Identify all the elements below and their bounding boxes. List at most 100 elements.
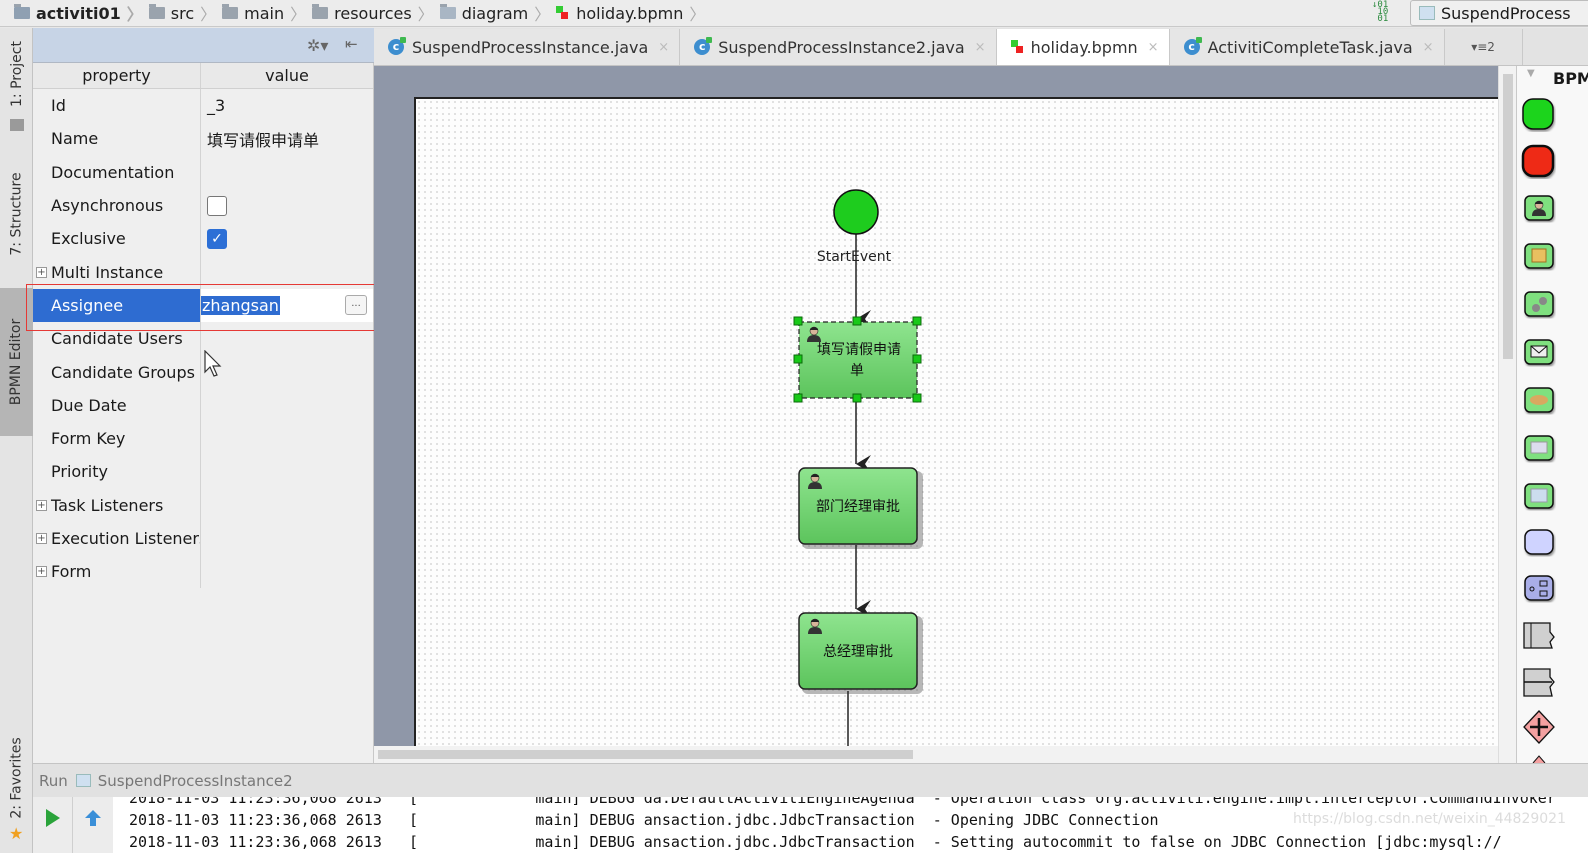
expand-icon[interactable]: + xyxy=(36,566,47,578)
close-icon[interactable]: × xyxy=(1148,40,1159,55)
property-row-form[interactable]: + Form xyxy=(33,555,373,589)
property-value[interactable] xyxy=(201,422,373,455)
tool-tab-structure[interactable]: 7: Structure xyxy=(0,146,33,281)
property-value[interactable]: 填写请假申请单 xyxy=(201,122,373,155)
run-toolbar-right xyxy=(73,797,113,853)
exclusive-checkbox[interactable]: ✓ xyxy=(207,228,227,249)
binary-sort-icon[interactable]: ↓01 10 01 xyxy=(1372,1,1398,24)
scrollbar-thumb[interactable] xyxy=(378,750,913,759)
breadcrumb-src[interactable]: src 〉 xyxy=(148,0,222,27)
palette-call-activity[interactable] xyxy=(1524,575,1554,601)
run-label[interactable]: Run xyxy=(39,772,68,790)
close-icon[interactable]: × xyxy=(975,40,986,55)
property-row-asynchronous[interactable]: Asynchronous xyxy=(33,188,373,223)
property-row-candidate-groups[interactable]: Candidate Groups xyxy=(33,355,373,389)
tool-tab-project[interactable]: 1: Project xyxy=(0,28,33,120)
run-config-tab[interactable]: SuspendProcessInstance2 xyxy=(98,772,293,790)
property-row-form-key[interactable]: Form Key xyxy=(33,421,373,456)
tab-suspendprocessinstance2-java[interactable]: c SuspendProcessInstance2.java × xyxy=(680,29,997,65)
property-row-priority[interactable]: Priority xyxy=(33,455,373,489)
mouse-cursor-icon xyxy=(204,350,222,377)
palette-sub-process[interactable] xyxy=(1524,529,1554,555)
property-value[interactable] xyxy=(201,156,373,189)
gear-icon[interactable]: ✲▾ xyxy=(307,36,328,55)
property-value[interactable] xyxy=(201,355,373,388)
scroll-up-icon[interactable] xyxy=(84,809,102,827)
run-config-icon xyxy=(75,774,91,787)
run-configuration-selector[interactable]: SuspendProcess xyxy=(1410,0,1588,26)
property-value[interactable]: _3 xyxy=(201,89,373,122)
palette-mail-task[interactable] xyxy=(1524,339,1554,365)
tab-holiday-bpmn[interactable]: holiday.bpmn × xyxy=(996,29,1170,65)
bpmn-canvas[interactable]: StartEvent 填写请假申请 单 部门经理审批 总经理审批 xyxy=(414,97,1498,746)
property-name: Form Key xyxy=(33,421,201,456)
project-icon xyxy=(0,116,33,134)
property-column-header: property xyxy=(33,63,201,88)
close-icon[interactable]: × xyxy=(658,40,669,55)
property-value[interactable] xyxy=(201,489,373,522)
expand-icon[interactable]: + xyxy=(36,499,47,511)
property-value[interactable] xyxy=(201,522,373,555)
palette-manual-task[interactable] xyxy=(1524,387,1554,413)
property-value[interactable] xyxy=(201,189,373,222)
palette-service-task[interactable] xyxy=(1524,291,1554,317)
property-row-task-listeners[interactable]: + Task Listeners xyxy=(33,488,373,522)
tab-suspendprocessinstance-java[interactable]: c SuspendProcessInstance.java × xyxy=(374,29,681,65)
canvas-horizontal-scrollbar[interactable] xyxy=(374,746,1498,763)
user-task-dept-manager-approval[interactable]: 部门经理审批 xyxy=(798,467,923,549)
run-panel-header: Run SuspendProcessInstance2 xyxy=(33,763,1588,797)
annotation-highlight-box xyxy=(26,284,392,331)
watermark: https://blog.csdn.net/weixin_44829021 xyxy=(1292,811,1566,827)
property-value[interactable] xyxy=(201,389,373,422)
star-icon: ★ xyxy=(9,824,24,843)
expand-icon[interactable]: + xyxy=(36,266,47,278)
property-value[interactable] xyxy=(201,455,373,488)
palette-pool[interactable] xyxy=(1523,622,1555,649)
close-icon[interactable]: × xyxy=(1423,40,1434,55)
property-row-execution-listeners[interactable]: + Execution Listeners xyxy=(33,521,373,556)
breadcrumb-main[interactable]: main 〉 xyxy=(222,0,312,27)
property-row-name[interactable]: Name 填写请假申请单 xyxy=(33,122,373,156)
property-value[interactable]: ✓ xyxy=(201,222,373,255)
palette-end-event[interactable] xyxy=(1521,144,1555,178)
property-row-documentation[interactable]: Documentation xyxy=(33,155,373,189)
tab-overflow-menu[interactable]: ▾≡2 xyxy=(1445,29,1523,65)
java-class-icon: c xyxy=(694,37,713,55)
palette-business-rule-task[interactable] xyxy=(1524,483,1554,509)
property-row-exclusive[interactable]: Exclusive ✓ xyxy=(33,222,373,256)
folder-icon xyxy=(439,4,456,19)
palette-lane[interactable] xyxy=(1523,668,1555,697)
asynchronous-checkbox[interactable] xyxy=(207,195,227,216)
user-task-general-manager-approval[interactable]: 总经理审批 xyxy=(798,612,923,694)
user-task-fill-leave-form[interactable]: 填写请假申请 单 xyxy=(793,316,922,403)
task-label: 总经理审批 xyxy=(823,644,893,660)
property-row-due-date[interactable]: Due Date xyxy=(33,388,373,422)
palette-receive-task[interactable] xyxy=(1524,435,1554,461)
hide-panel-icon[interactable]: ⇤ xyxy=(345,35,358,53)
property-name: Form xyxy=(33,555,201,589)
task-label: 填写请假申请 xyxy=(817,342,901,358)
value-column-header: value xyxy=(265,66,309,85)
palette-parallel-gateway[interactable] xyxy=(1523,710,1555,744)
tab-activiticompletetask-java[interactable]: c ActivitiCompleteTask.java × xyxy=(1169,29,1445,65)
canvas-vertical-scrollbar[interactable] xyxy=(1498,66,1516,763)
breadcrumb-diagram[interactable]: diagram 〉 xyxy=(439,0,557,27)
palette-start-event[interactable] xyxy=(1522,98,1554,130)
tool-tab-favorites[interactable]: 2: Favorites xyxy=(0,728,33,828)
property-value[interactable] xyxy=(201,555,373,588)
bpmn-file-icon xyxy=(1010,40,1025,54)
breadcrumb-holiday-bpmn[interactable]: holiday.bpmn 〉 xyxy=(556,0,711,27)
property-row-id[interactable]: Id _3 xyxy=(33,89,373,123)
expand-icon[interactable]: + xyxy=(36,533,47,544)
breadcrumb-module[interactable]: activiti01 〉 xyxy=(14,0,149,27)
java-class-icon: c xyxy=(388,37,406,55)
palette-user-task[interactable] xyxy=(1524,195,1554,221)
scrollbar-thumb[interactable] xyxy=(1503,74,1513,359)
breadcrumb-resources[interactable]: resources 〉 xyxy=(312,0,440,27)
palette-script-task[interactable] xyxy=(1524,243,1554,269)
run-play-icon[interactable] xyxy=(44,808,62,828)
property-name: Priority xyxy=(33,455,201,489)
start-event[interactable]: StartEvent xyxy=(817,189,892,265)
run-config-icon xyxy=(1419,6,1435,20)
property-name: Asynchronous xyxy=(33,188,201,223)
